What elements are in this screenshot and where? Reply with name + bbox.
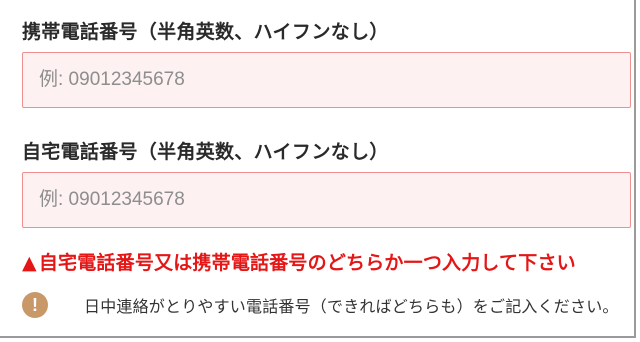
mobile-phone-label: 携帯電話番号（半角英数、ハイフンなし） — [22, 21, 389, 43]
notice: ! 日中連絡がとりやすい電話番号（できればどちらも）をご記入ください。 — [22, 288, 619, 322]
home-phone-label: 自宅電話番号（半角英数、ハイフンなし） — [22, 141, 389, 163]
phone-form: 携帯電話番号（半角英数、ハイフンなし） 自宅電話番号（半角英数、ハイフンなし） … — [0, 0, 636, 338]
error-message: ▲ 自宅電話番号又は携帯電話番号のどちらか一つ入力して下さい — [22, 248, 576, 275]
error-message-text: 自宅電話番号又は携帯電話番号のどちらか一つ入力して下さい — [38, 252, 576, 274]
home-phone-input[interactable] — [22, 172, 631, 228]
mobile-phone-input[interactable] — [22, 52, 631, 108]
warning-triangle-icon: ▲ — [22, 252, 37, 274]
notice-text: 日中連絡がとりやすい電話番号（できればどちらも）をご記入ください。 — [84, 297, 619, 316]
exclamation-circle-icon: ! — [22, 292, 48, 318]
